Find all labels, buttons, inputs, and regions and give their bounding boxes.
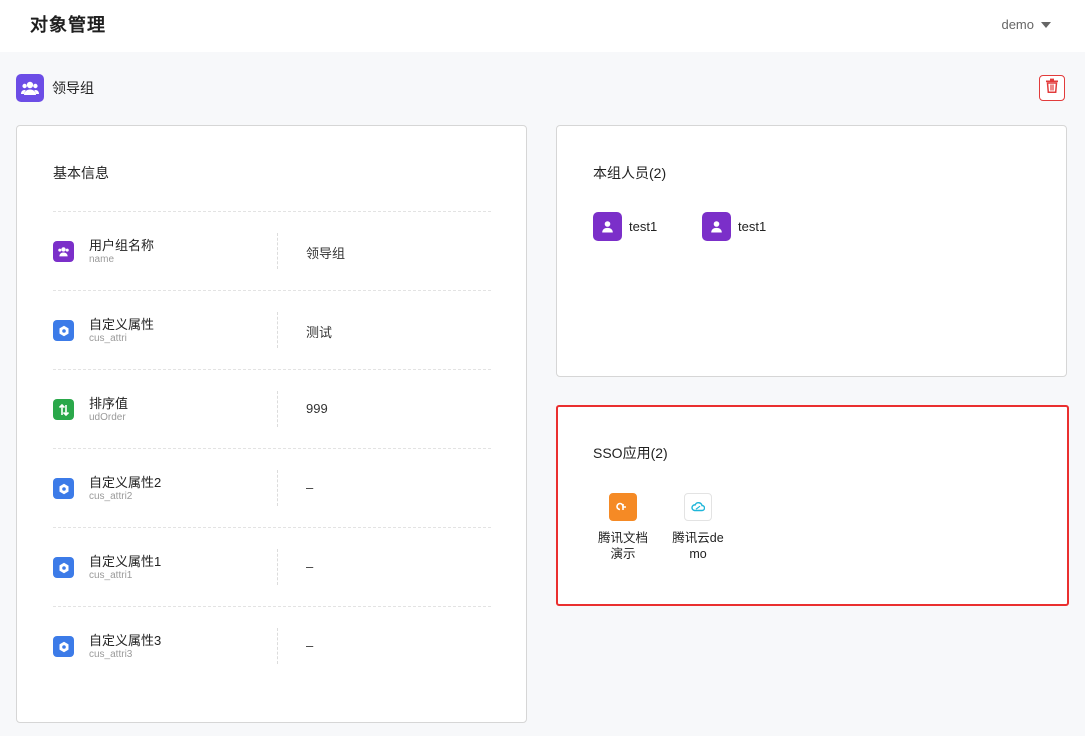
info-row: 自定义属性3 cus_attri3 – [53, 606, 491, 685]
field-key: cus_attri2 [89, 491, 133, 502]
info-row: 自定义属性 cus_attri 测试 [53, 290, 491, 369]
user-icon [593, 212, 622, 241]
field-value: – [306, 638, 314, 653]
info-row: 排序值 udOrder 999 [53, 369, 491, 448]
divider [277, 312, 278, 348]
sso-title: SSO应用(2) [593, 445, 668, 461]
user-menu[interactable]: demo [1001, 17, 1051, 32]
field-value: – [306, 559, 314, 574]
group-name: 领导组 [52, 80, 94, 96]
members-title: 本组人员(2) [593, 165, 667, 181]
delete-button[interactable] [1039, 75, 1065, 101]
member-name: test1 [738, 219, 767, 234]
field-key: name [89, 254, 115, 265]
field-value: 999 [306, 401, 328, 416]
field-label: 用户组名称 [89, 238, 155, 253]
field-label: 排序值 [89, 396, 129, 411]
field-label: 自定义属性1 [89, 554, 162, 569]
basic-info-card: 基本信息 用户组名称 name 领导组 自定义属性 cus_attri 测试 排… [16, 125, 527, 723]
field-key: udOrder [89, 412, 126, 423]
info-row: 用户组名称 name 领导组 [53, 211, 491, 290]
user-name: demo [1001, 17, 1034, 32]
trash-icon [1045, 78, 1059, 98]
gear-icon [53, 557, 74, 578]
field-key: cus_attri [89, 333, 127, 344]
field-label: 自定义属性 [89, 317, 155, 332]
sso-app-item[interactable]: 腾讯文档演示 [590, 493, 656, 562]
divider [277, 470, 278, 506]
info-row: 自定义属性2 cus_attri2 – [53, 448, 491, 527]
member-item[interactable]: test1 [702, 212, 766, 241]
member-name: test1 [629, 219, 658, 234]
field-value: 领导组 [306, 246, 346, 261]
members-card: 本组人员(2) test1 test1 [556, 125, 1067, 377]
field-value: 测试 [306, 325, 333, 340]
tencent-docs-icon [609, 493, 637, 521]
gear-icon [53, 478, 74, 499]
divider [277, 233, 278, 269]
page-title: 对象管理 [30, 15, 106, 35]
user-icon [702, 212, 731, 241]
group-icon [16, 74, 44, 102]
basic-info-title: 基本信息 [53, 165, 109, 181]
field-label: 自定义属性3 [89, 633, 162, 648]
divider [277, 549, 278, 585]
info-row: 自定义属性1 cus_attri1 – [53, 527, 491, 606]
gear-icon [53, 320, 74, 341]
caret-down-icon [1041, 21, 1051, 28]
tencent-cloud-icon [684, 493, 712, 521]
group-icon [53, 241, 74, 262]
divider [277, 391, 278, 427]
group-header: 领导组 [16, 74, 94, 102]
field-label: 自定义属性2 [89, 475, 162, 490]
top-bar: 对象管理 demo [0, 0, 1085, 52]
field-key: cus_attri3 [89, 649, 133, 660]
member-item[interactable]: test1 [593, 212, 657, 241]
sso-apps-card: SSO应用(2) 腾讯文档演示 腾讯云demo [556, 405, 1069, 606]
sso-app-name: 腾讯云demo [672, 531, 724, 561]
field-value: – [306, 480, 314, 495]
sort-icon [53, 399, 74, 420]
divider [277, 628, 278, 664]
sso-app-name: 腾讯文档演示 [597, 531, 648, 561]
field-key: cus_attri1 [89, 570, 133, 581]
sso-app-item[interactable]: 腾讯云demo [665, 493, 731, 562]
gear-icon [53, 636, 74, 657]
